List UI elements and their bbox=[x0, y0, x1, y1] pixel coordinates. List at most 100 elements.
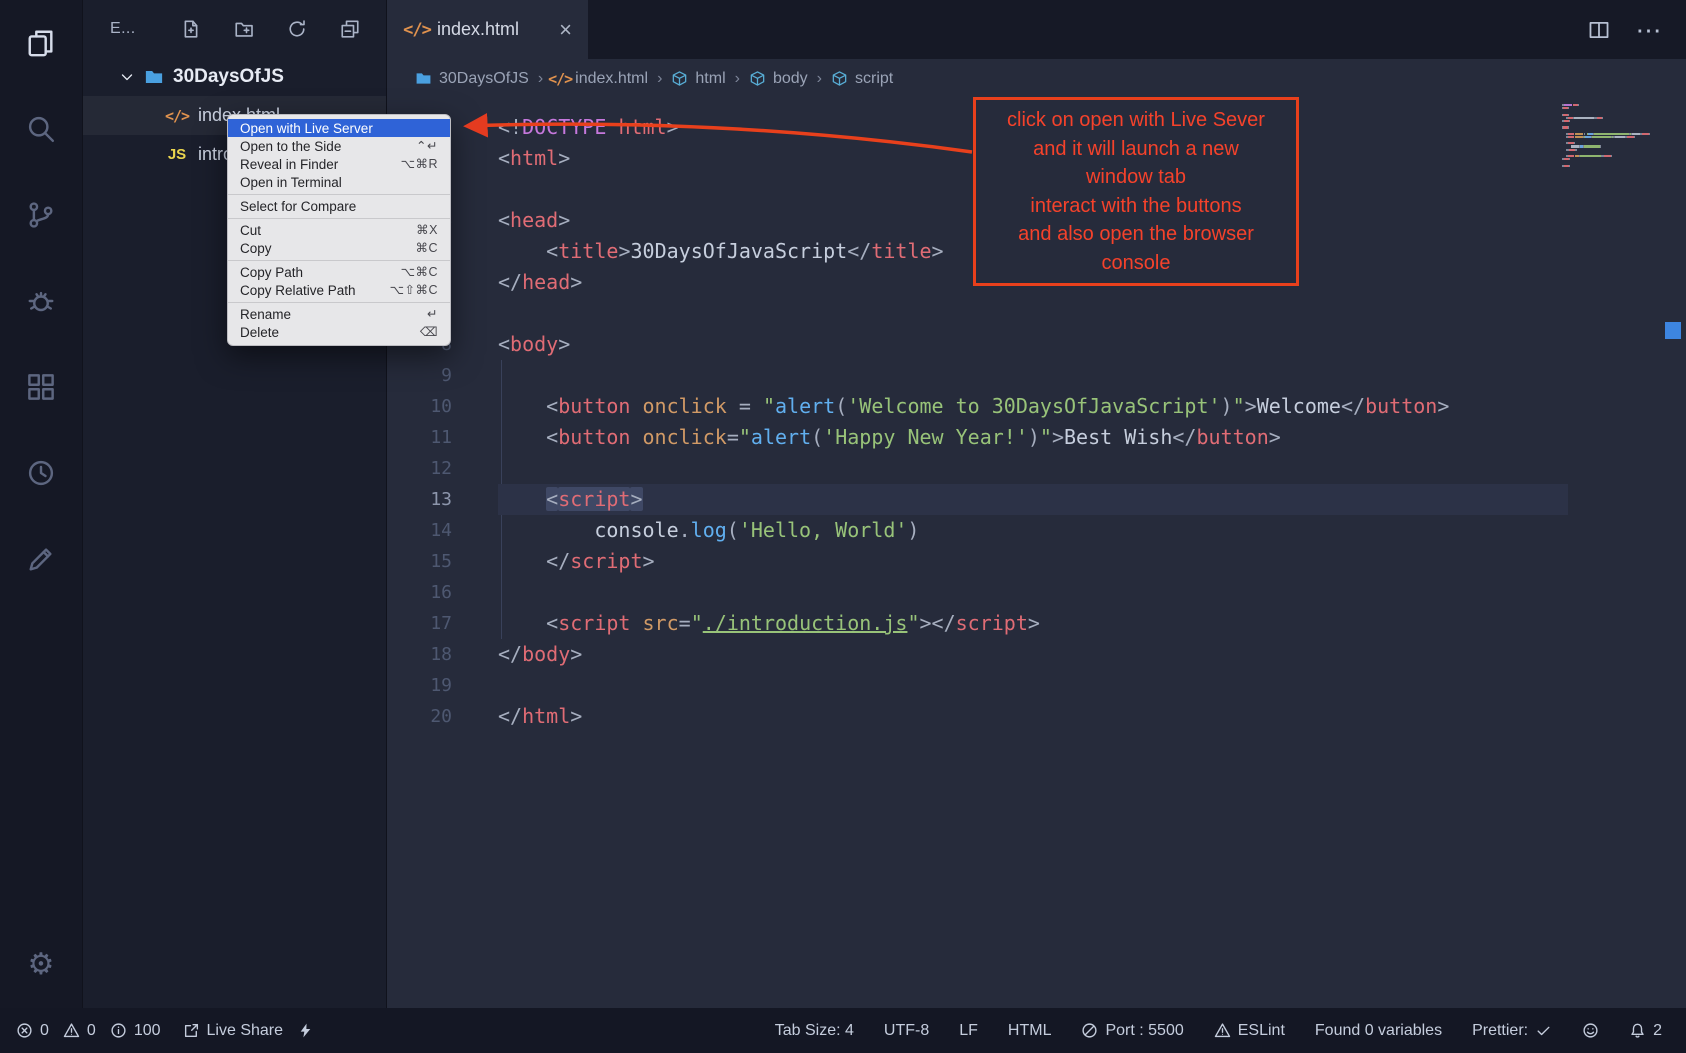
code-line-content[interactable]: </html> bbox=[498, 701, 1568, 732]
status-quick-action[interactable] bbox=[297, 1022, 314, 1039]
activity-settings-button[interactable]: ⚙ bbox=[0, 922, 82, 1008]
code-line-content[interactable]: <script> bbox=[498, 484, 1568, 515]
menu-item-cut[interactable]: Cut⌘X bbox=[228, 221, 450, 239]
status-warnings[interactable]: 0 bbox=[63, 1022, 96, 1040]
menu-separator bbox=[228, 260, 450, 261]
problems-cluster[interactable]: 00 100 bbox=[16, 1022, 161, 1040]
menu-item-select-for-compare[interactable]: Select for Compare bbox=[228, 197, 450, 215]
new-folder-button[interactable] bbox=[234, 19, 254, 39]
code-line-content[interactable]: console.log('Hello, World') bbox=[498, 515, 1568, 546]
code-line-content[interactable]: <button onclick = "alert('Welcome to 30D… bbox=[498, 391, 1568, 422]
code-line-content[interactable] bbox=[498, 360, 1568, 391]
code-line-content[interactable] bbox=[498, 298, 1568, 329]
menu-item-shortcut: ⌥⇧⌘C bbox=[390, 283, 438, 298]
menu-item-label: Copy bbox=[240, 241, 272, 256]
status-infos-label: 100 bbox=[134, 1022, 161, 1040]
breadcrumb-label: index.html bbox=[575, 70, 648, 88]
code-line-content[interactable] bbox=[498, 577, 1568, 608]
code-line-content[interactable] bbox=[498, 670, 1568, 701]
status-variables-label: Found 0 variables bbox=[1315, 1022, 1442, 1040]
code-line-content[interactable]: <script src="./introduction.js"></script… bbox=[498, 608, 1568, 639]
line-number: 11 bbox=[387, 422, 452, 453]
menu-item-delete[interactable]: Delete⌫ bbox=[228, 323, 450, 341]
lightning-icon bbox=[297, 1022, 314, 1039]
status-prettier-label: Prettier: bbox=[1472, 1022, 1528, 1040]
activity-run-debug-button[interactable] bbox=[0, 258, 82, 344]
chevron-right-icon: › bbox=[538, 70, 543, 88]
minimap[interactable] bbox=[1562, 104, 1662, 168]
status-eol[interactable]: LF bbox=[959, 1022, 978, 1040]
cube-icon bbox=[671, 70, 688, 87]
menu-item-reveal-in-finder[interactable]: Reveal in Finder⌥⌘R bbox=[228, 155, 450, 173]
collapse-folders-button[interactable] bbox=[340, 19, 360, 39]
status-live-server-port[interactable]: Port : 5500 bbox=[1081, 1022, 1183, 1040]
breadcrumb-label: script bbox=[855, 70, 893, 88]
tab-label: index.html bbox=[437, 19, 519, 40]
status-prettier[interactable]: Prettier: bbox=[1472, 1022, 1552, 1040]
status-encoding[interactable]: UTF-8 bbox=[884, 1022, 929, 1040]
breadcrumb-item-html[interactable]: html bbox=[671, 70, 725, 88]
line-number: 17 bbox=[387, 608, 452, 639]
code-line-content[interactable] bbox=[498, 453, 1568, 484]
more-actions-button[interactable]: ⋯ bbox=[1638, 19, 1660, 41]
breadcrumb-item-index-html[interactable]: </> index.html bbox=[552, 70, 648, 88]
folder-icon bbox=[144, 67, 164, 87]
overview-ruler-marker bbox=[1665, 322, 1681, 339]
code-line-content[interactable]: <button onclick="alert('Happy New Year!'… bbox=[498, 422, 1568, 453]
status-infos[interactable]: 100 bbox=[110, 1022, 161, 1040]
line-number: 18 bbox=[387, 639, 452, 670]
code-line-11: 11 <button onclick="alert('Happy New Yea… bbox=[387, 422, 1686, 453]
activity-explorer-button[interactable] bbox=[0, 0, 82, 86]
html-code-icon: </> bbox=[552, 71, 568, 87]
menu-item-open-to-the-side[interactable]: Open to the Side⌃↵ bbox=[228, 137, 450, 155]
status-variables[interactable]: Found 0 variables bbox=[1315, 1022, 1442, 1040]
breadcrumb-item-script[interactable]: script bbox=[831, 70, 893, 88]
menu-item-label: Open to the Side bbox=[240, 139, 341, 154]
status-live-share[interactable]: Live Share bbox=[183, 1022, 284, 1040]
split-editor-button[interactable] bbox=[1588, 19, 1610, 41]
menu-item-copy-relative-path[interactable]: Copy Relative Path ⌥⇧⌘C bbox=[228, 281, 450, 299]
error-icon bbox=[16, 1022, 33, 1039]
code-line-9: 9 bbox=[387, 360, 1686, 391]
status-notifications-label: 2 bbox=[1653, 1022, 1662, 1040]
line-number: 15 bbox=[387, 546, 452, 577]
activity-extensions-button[interactable] bbox=[0, 344, 82, 430]
code-line-content[interactable]: </script> bbox=[498, 546, 1568, 577]
tab-index-html[interactable]: </> index.html × bbox=[387, 0, 588, 59]
line-number: 13 bbox=[387, 484, 452, 515]
status-feedback-smiley[interactable] bbox=[1582, 1022, 1599, 1039]
new-file-button[interactable] bbox=[181, 19, 201, 39]
activity-source-control-button[interactable] bbox=[0, 172, 82, 258]
activity-search-button[interactable] bbox=[0, 86, 82, 172]
menu-item-rename[interactable]: Rename↵ bbox=[228, 305, 450, 323]
refresh-explorer-button[interactable] bbox=[287, 19, 307, 39]
menu-item-copy-path[interactable]: Copy Path⌥⌘C bbox=[228, 263, 450, 281]
tree-folder-30daysofjs[interactable]: 30DaysOfJS bbox=[83, 57, 386, 96]
files-icon bbox=[26, 28, 56, 58]
folder-label: 30DaysOfJS bbox=[173, 66, 284, 88]
breadcrumb-item-30daysofjs[interactable]: 30DaysOfJS bbox=[415, 70, 529, 88]
code-line-content[interactable]: </body> bbox=[498, 639, 1568, 670]
status-eslint[interactable]: ESLint bbox=[1214, 1022, 1285, 1040]
menu-item-open-with-live-server[interactable]: Open with Live Server bbox=[228, 119, 450, 137]
editor-actions: ⋯ bbox=[1588, 0, 1686, 59]
breadcrumb-label: html bbox=[695, 70, 725, 88]
code-line-content[interactable]: <body> bbox=[498, 329, 1568, 360]
status-bar: 00 100 Live Share Tab Size: 4 UTF-8 LF HTML P… bbox=[0, 1008, 1686, 1053]
chevron-right-icon: › bbox=[817, 70, 822, 88]
status-errors[interactable]: 0 bbox=[16, 1022, 49, 1040]
menu-item-open-in-terminal[interactable]: Open in Terminal bbox=[228, 173, 450, 191]
status-tab-size[interactable]: Tab Size: 4 bbox=[775, 1022, 854, 1040]
search-icon bbox=[26, 114, 56, 144]
status-notifications[interactable]: 2 bbox=[1629, 1022, 1662, 1040]
activity-history-button[interactable] bbox=[0, 430, 82, 516]
menu-separator bbox=[228, 218, 450, 219]
breadcrumb-item-body[interactable]: body bbox=[749, 70, 808, 88]
activity-feedback-button[interactable] bbox=[0, 516, 82, 602]
explorer-header: E... bbox=[83, 0, 386, 57]
close-icon[interactable]: × bbox=[559, 19, 572, 41]
menu-item-copy[interactable]: Copy⌘C bbox=[228, 239, 450, 257]
menu-item-label: Copy Relative Path bbox=[240, 283, 356, 298]
status-language-mode[interactable]: HTML bbox=[1008, 1022, 1052, 1040]
menu-item-label: Select for Compare bbox=[240, 199, 356, 214]
